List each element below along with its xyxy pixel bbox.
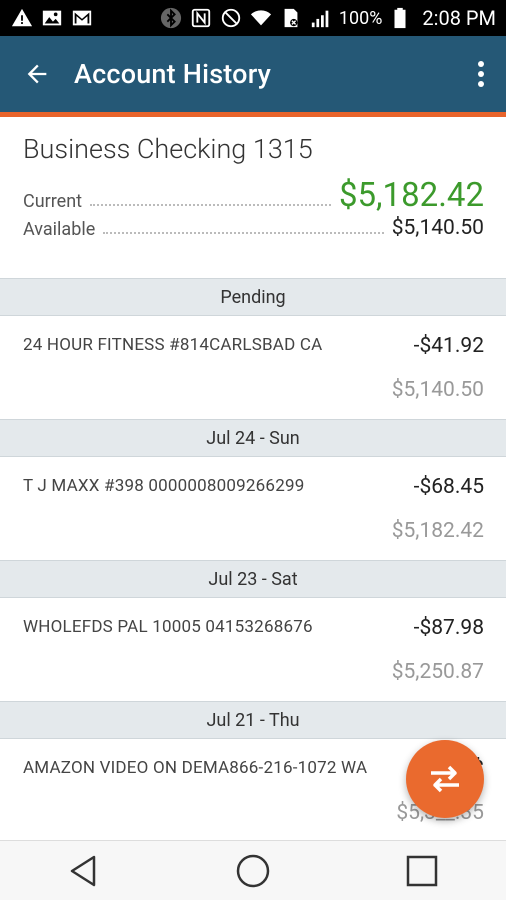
available-balance-row: Available $5,140.50	[23, 216, 484, 240]
section-header-date: Jul 23 - Sat	[0, 560, 506, 598]
battery-percent: 100%	[338, 7, 383, 29]
signal-icon	[309, 6, 333, 30]
available-label: Available	[23, 219, 96, 240]
swap-horiz-icon	[431, 765, 459, 793]
running-balance: $5,140.50	[391, 378, 484, 402]
account-summary: Business Checking 1315 Current $5,182.42…	[0, 117, 506, 278]
back-button[interactable]	[0, 36, 74, 112]
battery-icon	[388, 6, 412, 30]
recents-square-icon	[406, 855, 437, 886]
page-title: Account History	[74, 58, 272, 90]
nav-home-button[interactable]	[223, 841, 283, 900]
transaction-amount: -$41.92	[413, 334, 484, 358]
nfc-icon	[189, 6, 213, 30]
transaction-description: WHOLEFDS PAL 10005 04153268676	[23, 617, 313, 637]
transaction-description: 24 HOUR FITNESS #814CARLSBAD CA	[23, 335, 323, 355]
available-balance: $5,140.50	[391, 216, 484, 240]
current-label: Current	[23, 191, 83, 212]
image-icon	[40, 6, 64, 30]
transaction-description: T J MAXX #398 0000008009266299	[23, 476, 305, 496]
nav-recents-button[interactable]	[392, 841, 452, 900]
transfer-fab-button[interactable]	[406, 740, 484, 818]
arrow-back-icon	[27, 64, 47, 84]
do-not-disturb-icon	[219, 6, 243, 30]
transaction-row[interactable]: WHOLEFDS PAL 10005 04153268676 -$87.98 $…	[0, 598, 506, 701]
running-balance: $5,182.42	[391, 519, 484, 543]
dotted-leader	[90, 204, 331, 206]
bluetooth-icon	[159, 6, 183, 30]
gmail-icon	[70, 6, 94, 30]
section-header-pending: Pending	[0, 278, 506, 316]
transaction-row[interactable]: 24 HOUR FITNESS #814CARLSBAD CA -$41.92 …	[0, 316, 506, 419]
warning-icon	[10, 6, 34, 30]
current-balance: $5,182.42	[338, 176, 484, 215]
transaction-row[interactable]: T J MAXX #398 0000008009266299 -$68.45 $…	[0, 457, 506, 560]
transaction-description: AMAZON VIDEO ON DEMA866-216-1072 WA	[23, 758, 368, 778]
home-circle-icon	[236, 854, 270, 887]
sim-icon	[279, 6, 303, 30]
clock: 2:08 PM	[422, 6, 496, 30]
account-name: Business Checking 1315	[23, 133, 313, 165]
app-bar: Account History	[0, 36, 506, 117]
system-nav-bar	[0, 840, 506, 900]
wifi-icon	[249, 6, 273, 30]
dotted-leader	[103, 232, 384, 234]
section-header-date: Jul 21 - Thu	[0, 701, 506, 739]
section-header-date: Jul 24 - Sun	[0, 419, 506, 457]
current-balance-row: Current $5,182.42	[23, 179, 484, 212]
overflow-menu-button[interactable]	[456, 36, 506, 112]
back-triangle-icon	[71, 855, 96, 886]
running-balance: $5,250.87	[391, 660, 484, 684]
status-bar: 100% 2:08 PM	[0, 0, 506, 36]
more-vert-icon	[478, 61, 484, 87]
transaction-amount: -$68.45	[413, 475, 484, 499]
nav-back-button[interactable]	[54, 841, 114, 900]
transaction-amount: -$87.98	[413, 616, 484, 640]
